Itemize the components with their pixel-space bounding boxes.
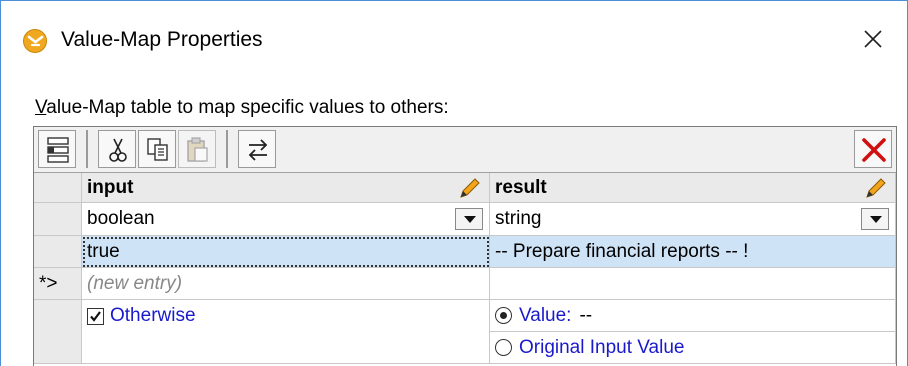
close-button[interactable] [857, 23, 889, 55]
row-header-cell [34, 300, 82, 332]
mapforce-icon [23, 29, 47, 53]
table-toolbar [34, 127, 896, 173]
radio-unselected-icon[interactable] [495, 339, 512, 356]
toolbar-separator [86, 130, 88, 168]
window-title: Value-Map Properties [61, 28, 263, 51]
input-type-select[interactable]: boolean [82, 203, 490, 236]
empty-cell [82, 332, 490, 364]
close-icon [864, 30, 882, 48]
copy-icon [147, 138, 168, 161]
new-entry-row[interactable]: *> (new entry) [34, 268, 896, 300]
delete-icon [862, 138, 886, 162]
copy-button[interactable] [138, 130, 176, 168]
row-header-cell [34, 203, 82, 236]
delete-button[interactable] [854, 130, 892, 168]
input-type-dropdown-button[interactable] [455, 208, 483, 230]
otherwise-row: Otherwise Value: -- [34, 300, 896, 332]
title-bar: Value-Map Properties [1, 1, 907, 85]
input-column-header[interactable]: input [82, 173, 490, 203]
row-header-cell [34, 173, 82, 203]
new-entry-result[interactable] [490, 268, 896, 300]
radio-selected-icon[interactable] [495, 307, 512, 324]
value-map-table: input result boolean string true -- Prep… [33, 126, 897, 366]
swap-button[interactable] [238, 130, 276, 168]
paste-icon [187, 137, 208, 162]
row-header-cell [34, 332, 82, 364]
edit-pencil-icon[interactable] [863, 177, 887, 199]
otherwise-label[interactable]: Otherwise [110, 305, 196, 327]
otherwise-row-2: Original Input Value [34, 332, 896, 364]
edit-pencil-icon[interactable] [457, 177, 481, 199]
value-map-properties-dialog: Value-Map Properties Value-Map table to … [0, 0, 908, 366]
otherwise-checkbox[interactable]: Otherwise [82, 300, 490, 332]
result-value-cell[interactable]: -- Prepare financial reports -- ! [490, 236, 896, 268]
original-input-option[interactable]: Original Input Value [490, 332, 896, 364]
input-value-cell[interactable]: true [82, 236, 490, 268]
chevron-down-icon [870, 216, 882, 223]
toolbar-separator [226, 130, 228, 168]
cut-icon [109, 138, 127, 162]
rows-icon [47, 137, 69, 163]
header-row: input result [34, 173, 896, 203]
result-type-value: string [495, 208, 542, 229]
insert-row-button[interactable] [38, 130, 76, 168]
input-header-label: input [87, 176, 134, 198]
cut-button[interactable] [98, 130, 136, 168]
result-type-dropdown-button[interactable] [861, 208, 889, 230]
input-type-value: boolean [87, 208, 155, 229]
table-caption: Value-Map table to map specific values t… [35, 97, 449, 118]
table-row[interactable]: true -- Prepare financial reports -- ! [34, 236, 896, 268]
row-marker[interactable] [34, 236, 82, 268]
paste-button[interactable] [178, 130, 216, 168]
otherwise-value-field[interactable]: -- [579, 305, 592, 327]
chevron-down-icon [464, 216, 476, 223]
result-header-label: result [495, 176, 547, 198]
result-column-header[interactable]: result [490, 173, 896, 203]
checkbox-checked-icon[interactable] [87, 307, 104, 325]
value-option[interactable]: Value: -- [490, 300, 896, 332]
new-entry-marker: *> [34, 268, 82, 300]
value-option-label[interactable]: Value: [519, 305, 571, 327]
result-type-select[interactable]: string [490, 203, 896, 236]
type-row: boolean string [34, 203, 896, 236]
original-input-label[interactable]: Original Input Value [519, 337, 684, 359]
swap-icon [248, 139, 268, 161]
new-entry-input[interactable]: (new entry) [82, 268, 490, 300]
